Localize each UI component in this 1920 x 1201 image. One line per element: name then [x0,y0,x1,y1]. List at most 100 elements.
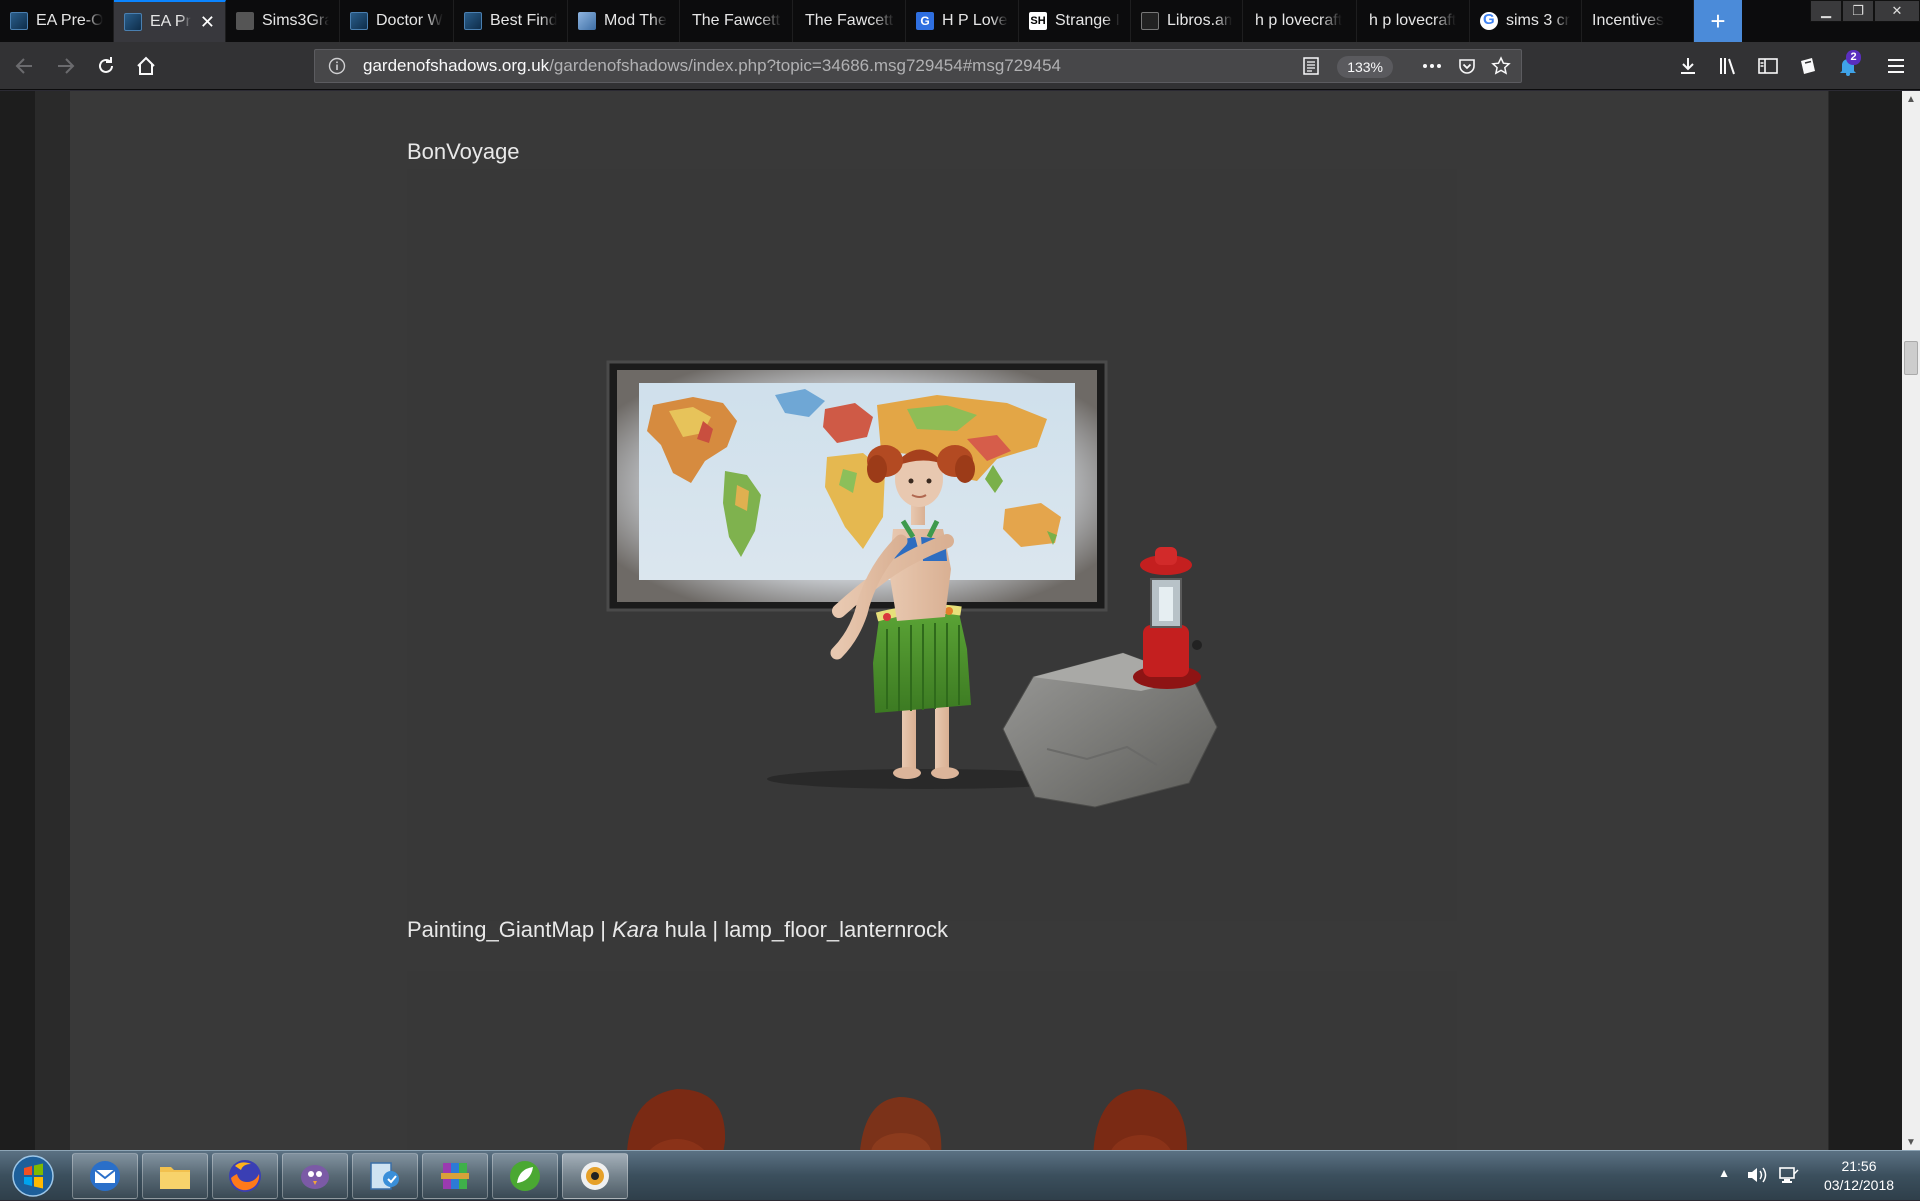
tab-label: Best Find [490,12,557,29]
plus-icon: + [1710,5,1726,36]
tab-ea-pre-order[interactable]: EA Pre-O [0,0,114,42]
home-icon [137,56,155,75]
taskbar-app-8[interactable] [562,1153,628,1199]
tab-doctor-w[interactable]: Doctor W [340,0,454,42]
hamburger-menu-icon [1888,59,1904,73]
pocket-icon[interactable] [1457,56,1477,81]
new-tab-button[interactable]: + [1694,0,1742,42]
tab-label: EA Pr [150,13,191,30]
minimize-button[interactable]: ▁ [1810,0,1842,22]
vertical-scrollbar[interactable]: ▲ ▼ [1902,91,1920,1150]
menu-button[interactable] [1880,50,1912,82]
reader-view-icon[interactable] [1301,56,1321,81]
scrollbar-thumb[interactable] [1904,341,1918,375]
mod-the-sims-favicon-icon [578,12,596,30]
tab-ea-pr-active[interactable]: EA Pr ✕ [114,0,226,42]
tab-best-find[interactable]: Best Find [454,0,568,42]
taskbar-app-5[interactable] [352,1153,418,1199]
window-controls: ▁ ❐ ✕ [1810,0,1920,22]
extension-button[interactable] [1792,50,1824,82]
tab-the-fawcett-1[interactable]: The Fawcett S [680,0,793,42]
back-button[interactable] [8,50,40,82]
download-icon [1681,58,1695,74]
tab-hp-lovecraft-3[interactable]: h p lovecraft [1357,0,1470,42]
caption-part-2: hula | lamp_floor_lanternrock [658,917,948,942]
scroll-down-arrow-icon[interactable]: ▼ [1902,1134,1920,1150]
downloads-button[interactable] [1672,50,1704,82]
tab-libros[interactable]: Libros.am [1131,0,1243,42]
libros-favicon-icon [1141,12,1159,30]
windows-taskbar: ▲ 21:56 03/12/2018 [0,1150,1920,1200]
speaker-volume-icon[interactable] [1746,1165,1768,1185]
home-button[interactable] [130,50,162,82]
taskbar-pidgin[interactable] [282,1153,348,1199]
tab-label: The Fawcett S [805,12,895,29]
caption-part-1: Painting_GiantMap | [407,917,613,942]
page-actions-icon[interactable] [1421,56,1443,81]
tab-strange[interactable]: SH Strange I [1019,0,1131,42]
scroll-up-arrow-icon[interactable]: ▲ [1902,91,1920,107]
tab-sims-3-cr[interactable]: sims 3 cr [1470,0,1582,42]
url-bar[interactable]: gardenofshadows.org.uk/gardenofshadows/i… [314,49,1522,83]
taskbar-file-explorer[interactable] [142,1153,208,1199]
sims-screenshot-image-2 [407,971,1457,1150]
extension-icon [1801,58,1815,74]
tab-mod-the-sims[interactable]: Mod The [568,0,680,42]
archive-icon [441,1163,469,1189]
tab-label: Doctor W [376,12,443,29]
tab-label: h p lovecraft [1255,12,1343,29]
close-window-button[interactable]: ✕ [1874,0,1920,22]
taskbar-dreamweaver[interactable] [492,1153,558,1199]
clock-date: 03/12/2018 [1823,1177,1895,1193]
forum-post: BonVoyage Painting_GiantMap | Kara hula … [70,91,1828,1150]
zoom-level-button[interactable]: 133% [1337,56,1393,78]
tab-strip: EA Pre-O EA Pr ✕ Sims3Gra Doctor W Best … [0,0,1920,42]
bookmark-star-icon[interactable] [1491,56,1511,81]
leaf-app-icon [510,1161,540,1191]
forward-button[interactable] [50,50,82,82]
garden-of-shadows-favicon-icon [464,12,482,30]
url-path: /gardenofshadows/index.php?topic=34686.m… [549,56,1061,75]
tab-hp-lovecraft-2[interactable]: h p lovecraft [1243,0,1357,42]
page-viewport: BonVoyage Painting_GiantMap | Kara hula … [0,91,1902,1150]
show-hidden-icons-icon[interactable]: ▲ [1718,1166,1730,1180]
notification-count-badge: 2 [1846,50,1861,65]
sh-favicon-icon: SH [1029,12,1047,30]
close-tab-icon[interactable]: ✕ [196,12,215,33]
navigation-toolbar: gardenofshadows.org.uk/gardenofshadows/i… [0,42,1920,90]
site-info-icon[interactable] [323,57,351,75]
post-title: BonVoyage [407,139,520,164]
url-text[interactable]: gardenofshadows.org.uk/gardenofshadows/i… [363,56,1061,76]
tab-label: Sims3Gra [262,12,329,29]
forum-page: BonVoyage Painting_GiantMap | Kara hula … [35,91,1829,1150]
sidebar-icon [1758,58,1778,74]
sidebar-button[interactable] [1752,50,1784,82]
taskbar-firefox[interactable] [212,1153,278,1199]
tab-the-fawcett-2[interactable]: The Fawcett S [793,0,906,42]
taskbar-winrar[interactable] [422,1153,488,1199]
tab-label: Strange I [1055,12,1120,29]
tab-hp-lovecraft-1[interactable]: G H P Love [906,0,1019,42]
image-caption: Painting_GiantMap | Kara hula | lamp_flo… [407,917,948,943]
tab-incentives[interactable]: Incentives [1582,0,1694,42]
maximize-button[interactable]: ❐ [1842,0,1874,22]
sims-screenshot-image [407,169,1457,921]
folder-icon [160,1167,190,1189]
tab-sims3gra[interactable]: Sims3Gra [226,0,340,42]
notifications-button[interactable]: 2 [1832,50,1864,82]
garden-of-shadows-favicon-icon [10,12,28,30]
tab-label: sims 3 cr [1506,12,1570,29]
url-domain: gardenofshadows.org.uk [363,56,550,75]
tab-label: Incentives [1592,12,1665,29]
hp-favicon-icon: G [916,12,934,30]
tab-label: H P Love [942,12,1008,29]
reload-icon [99,57,113,73]
taskbar-clock[interactable]: 21:56 03/12/2018 [1820,1157,1898,1195]
sim-head-3 [1093,1089,1187,1150]
taskbar-thunderbird[interactable] [72,1153,138,1199]
library-icon [1720,58,1735,75]
library-button[interactable] [1712,50,1744,82]
network-icon[interactable] [1778,1165,1800,1185]
reload-button[interactable] [90,50,122,82]
start-button[interactable] [6,1154,60,1198]
